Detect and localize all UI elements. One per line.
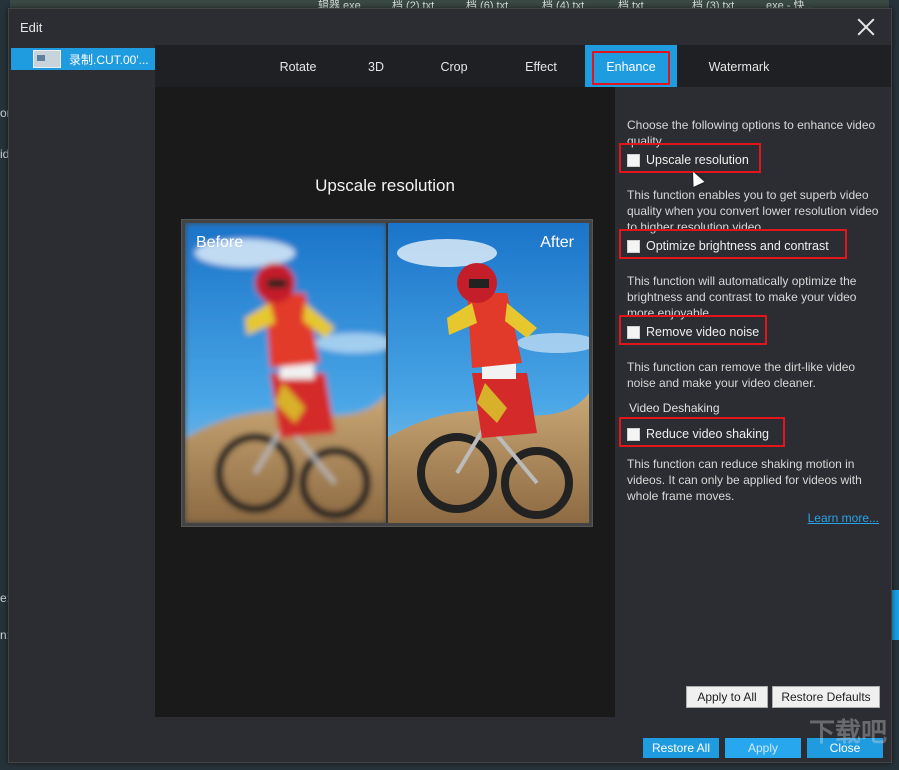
tab-effect[interactable]: Effect: [497, 45, 585, 87]
edit-dialog: Edit 录制.CUT.00'... Rotate 3D Crop Effect…: [8, 8, 892, 763]
tab-watermark[interactable]: Watermark: [691, 45, 787, 87]
checkbox-label: Upscale resolution: [646, 153, 749, 167]
intro-text: Choose the following options to enhance …: [627, 118, 876, 148]
before-after-comparison: Before After: [181, 219, 593, 527]
motocross-comparison-image: [185, 223, 589, 523]
file-name: 录制.CUT.00'...: [69, 52, 149, 67]
upscale-resolution-checkbox[interactable]: Upscale resolution: [627, 153, 749, 167]
apply-to-all-button[interactable]: Apply to All: [686, 686, 768, 708]
upscale-description: This function enables you to get superb …: [627, 188, 879, 234]
shaking-description: This function can reduce shaking motion …: [627, 457, 862, 503]
tab-crop[interactable]: Crop: [411, 45, 497, 87]
preview-pane: Upscale resolution Before After: [155, 87, 615, 717]
dialog-titlebar: Edit: [9, 9, 891, 45]
checkbox-label: Optimize brightness and contrast: [646, 239, 829, 253]
before-label: Before: [196, 234, 244, 251]
restore-defaults-button[interactable]: Restore Defaults: [772, 686, 880, 708]
dialog-title: Edit: [20, 20, 43, 35]
edit-tabs: Rotate 3D Crop Effect Enhance Watermark: [155, 45, 891, 87]
noise-description: This function can remove the dirt-like v…: [627, 360, 856, 390]
checkbox-label: Remove video noise: [646, 325, 760, 339]
close-icon[interactable]: [855, 16, 877, 38]
checkbox-icon[interactable]: [627, 239, 640, 253]
after-label: After: [540, 234, 574, 251]
file-list-item[interactable]: 录制.CUT.00'...: [11, 48, 155, 70]
learn-more-link[interactable]: Learn more...: [808, 511, 879, 525]
video-thumbnail-icon: [33, 50, 61, 68]
dialog-footer: Restore All Apply Close: [155, 717, 891, 762]
tab-3d[interactable]: 3D: [341, 45, 411, 87]
apply-button[interactable]: Apply: [725, 738, 801, 758]
site-watermark: 下载吧: [808, 717, 887, 747]
checkbox-icon[interactable]: [627, 325, 640, 339]
checkbox-label: Reduce video shaking: [646, 427, 769, 441]
enhance-options-panel: Choose the following options to enhance …: [615, 87, 891, 717]
tab-enhance[interactable]: Enhance: [585, 45, 677, 87]
video-deshaking-title: Video Deshaking: [629, 401, 720, 415]
optimize-brightness-checkbox[interactable]: Optimize brightness and contrast: [627, 239, 829, 253]
checkbox-icon[interactable]: [627, 153, 640, 167]
remove-noise-checkbox[interactable]: Remove video noise: [627, 325, 759, 339]
brightness-description: This function will automatically optimiz…: [627, 274, 857, 320]
checkbox-icon[interactable]: [627, 427, 640, 441]
restore-all-button[interactable]: Restore All: [643, 738, 719, 758]
preview-title: Upscale resolution: [315, 176, 455, 195]
tab-rotate[interactable]: Rotate: [255, 45, 341, 87]
reduce-shaking-checkbox[interactable]: Reduce video shaking: [627, 427, 769, 441]
file-list: 录制.CUT.00'...: [9, 45, 155, 762]
